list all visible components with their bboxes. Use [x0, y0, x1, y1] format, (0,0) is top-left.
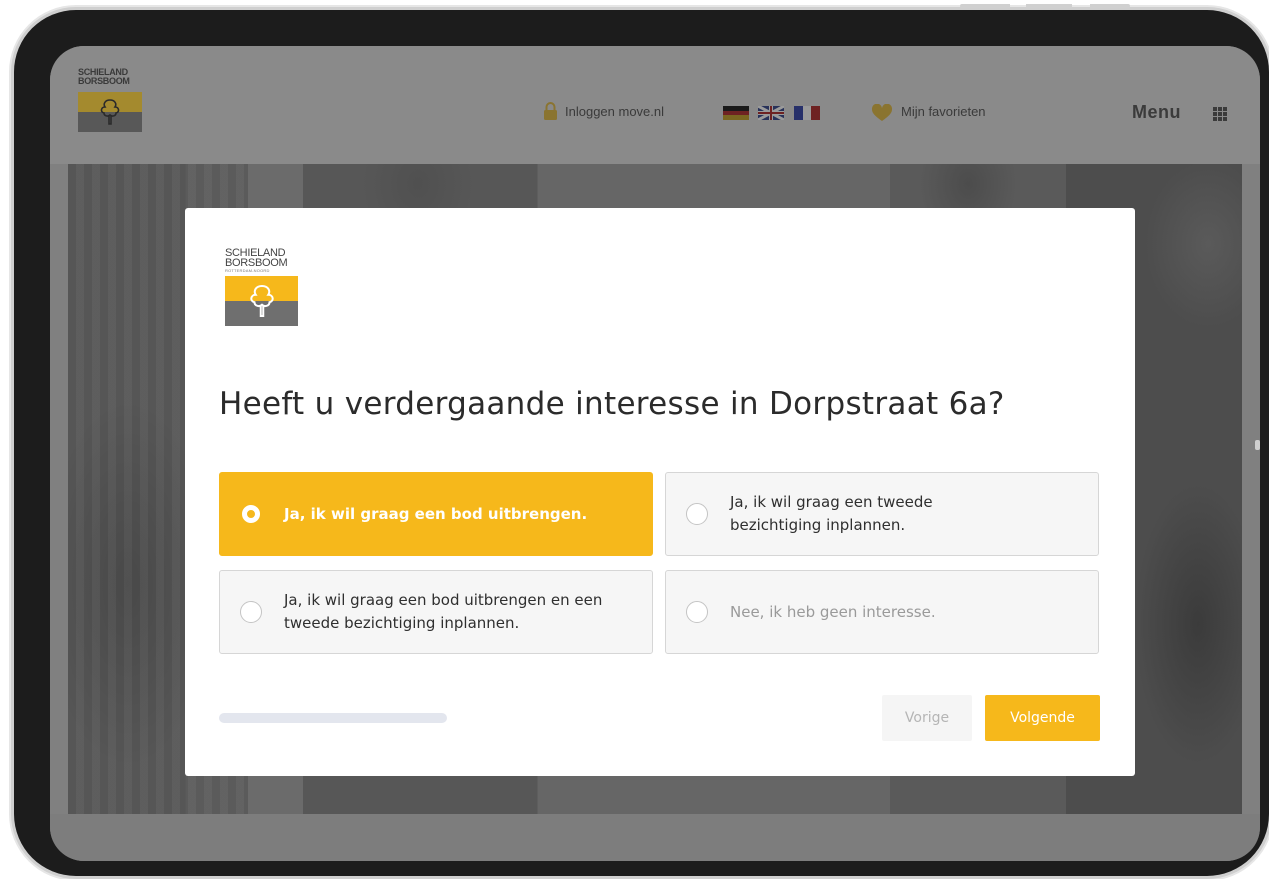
favorites-link[interactable]: Mijn favorieten [901, 104, 986, 119]
option-label: Ja, ik wil graag een tweede bezichtiging… [730, 493, 933, 534]
menu-button[interactable]: Menu [1132, 102, 1181, 123]
lock-icon [544, 102, 557, 120]
option-second-viewing[interactable]: Ja, ik wil graag een tweede bezichtiging… [665, 472, 1099, 556]
radio-icon[interactable] [240, 601, 262, 623]
british-flag-icon[interactable] [758, 106, 784, 120]
option-bid-and-viewing[interactable]: Ja, ik wil graag een bod uitbrengen en e… [219, 570, 653, 654]
device-side-button [1255, 440, 1260, 450]
option-label: Ja, ik wil graag een bod uitbrengen. [284, 504, 588, 523]
previous-button[interactable]: Vorige [882, 695, 972, 741]
tree-logo-icon [250, 284, 274, 317]
site-logo[interactable]: SCHIELAND BORSBOOM [78, 68, 148, 132]
modal-logo-line2: BORSBOOM [225, 257, 288, 269]
heart-icon [871, 104, 893, 121]
device-top-buttons [960, 4, 1130, 8]
interest-modal: SCHIELAND BORSBOOM ROTTERDAM-NOORD Heeft… [185, 208, 1135, 776]
french-flag-icon[interactable] [794, 106, 820, 120]
login-link[interactable]: Inloggen move.nl [565, 104, 664, 119]
option-bid[interactable]: Ja, ik wil graag een bod uitbrengen. [219, 472, 653, 556]
option-no-interest[interactable]: Nee, ik heb geen interesse. [665, 570, 1099, 654]
option-label: Ja, ik wil graag een bod uitbrengen en e… [284, 591, 603, 632]
radio-icon[interactable] [686, 503, 708, 525]
option-label: Nee, ik heb geen interesse. [730, 602, 936, 621]
radio-icon[interactable] [242, 505, 260, 523]
modal-logo-mark [225, 276, 298, 326]
next-button[interactable]: Volgende [985, 695, 1100, 741]
question-title: Heeft u verdergaande interesse in Dorpst… [219, 386, 1005, 422]
progress-bar [219, 713, 447, 723]
tree-logo-icon [100, 99, 120, 125]
site-footer [50, 814, 1260, 861]
site-logo-line2: BORSBOOM [78, 76, 130, 86]
site-logo-mark [78, 92, 142, 132]
tablet-screen: SCHIELAND BORSBOOM Inloggen move.nl Mijn… [50, 46, 1260, 861]
grid-icon[interactable] [1213, 107, 1227, 121]
radio-icon[interactable] [686, 601, 708, 623]
german-flag-icon[interactable] [723, 106, 749, 120]
site-header: SCHIELAND BORSBOOM Inloggen move.nl Mijn… [50, 46, 1260, 164]
tablet-frame: SCHIELAND BORSBOOM Inloggen move.nl Mijn… [14, 10, 1269, 876]
modal-logo-sub: ROTTERDAM-NOORD [225, 268, 270, 273]
modal-logo: SCHIELAND BORSBOOM ROTTERDAM-NOORD [225, 248, 305, 326]
